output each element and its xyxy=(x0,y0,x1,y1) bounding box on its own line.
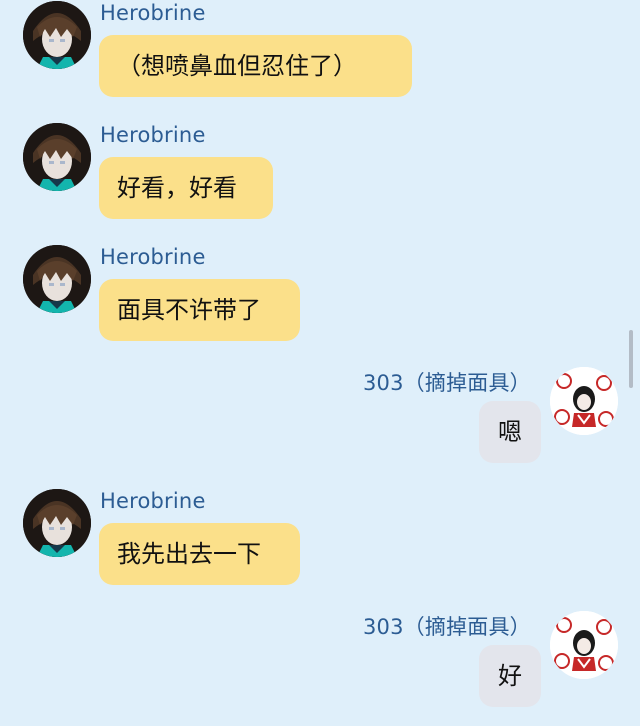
sender-name: Herobrine xyxy=(100,245,206,269)
sender-name: 303（摘掉面具） xyxy=(363,371,531,395)
303-avatar[interactable] xyxy=(550,367,618,435)
herobrine-avatar[interactable] xyxy=(23,123,91,191)
message-bubble[interactable]: 嗯 xyxy=(479,401,541,463)
scrollbar[interactable] xyxy=(629,330,633,388)
sender-name: Herobrine xyxy=(100,489,206,513)
message-bubble[interactable]: 面具不许带了 xyxy=(99,279,300,341)
message-bubble[interactable]: 好看，好看 xyxy=(99,157,273,219)
message-bubble[interactable]: （想喷鼻血但忍住了） xyxy=(99,35,412,97)
sender-name: 303（摘掉面具） xyxy=(363,615,531,639)
303-avatar[interactable] xyxy=(550,611,618,679)
message-bubble[interactable]: 好 xyxy=(479,645,541,707)
message-bubble[interactable]: 我先出去一下 xyxy=(99,523,300,585)
herobrine-avatar[interactable] xyxy=(23,1,91,69)
sender-name: Herobrine xyxy=(100,123,206,147)
herobrine-avatar[interactable] xyxy=(23,489,91,557)
sender-name: Herobrine xyxy=(100,1,206,25)
herobrine-avatar[interactable] xyxy=(23,245,91,313)
